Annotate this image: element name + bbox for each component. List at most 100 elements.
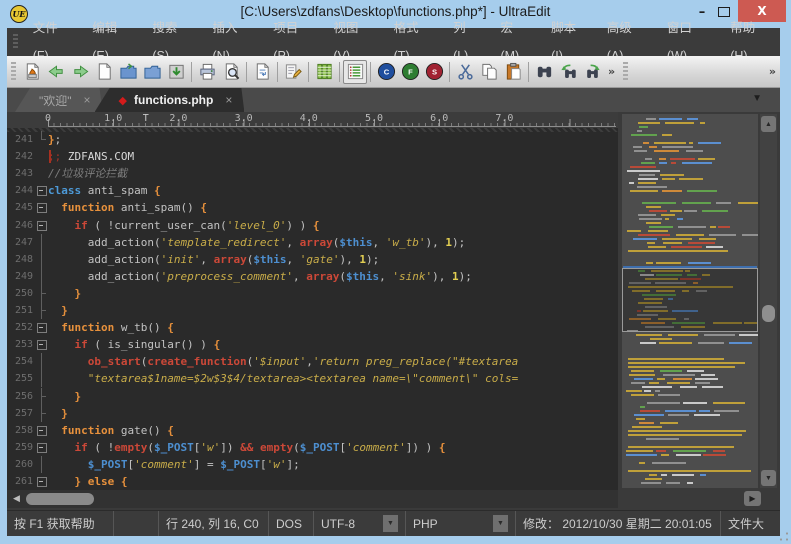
tab-list-dropdown-icon[interactable]: ▼ <box>752 93 762 104</box>
minimap-line <box>626 242 756 244</box>
minimap-line <box>626 202 758 204</box>
ruler-mark: 4.0 <box>299 113 318 124</box>
uc-badge-icon[interactable]: C <box>374 60 398 84</box>
tab-close-icon[interactable]: × <box>225 93 232 107</box>
fold-toggle-icon[interactable] <box>36 319 47 336</box>
find-next-icon[interactable] <box>556 60 580 84</box>
toolbar-overflow-icon[interactable]: » <box>604 65 619 78</box>
minimap-line <box>626 378 756 380</box>
status-text: 行 240, 列 16, C0 <box>166 517 259 531</box>
toolbar-separator <box>277 61 278 82</box>
minimap-line <box>626 362 756 364</box>
fold-toggle-icon[interactable] <box>36 422 47 439</box>
fold-toggle-icon[interactable] <box>36 439 47 456</box>
save-file-icon[interactable] <box>164 60 188 84</box>
code-line: 259 if ( !empty($_POST['w']) && empty($_P… <box>7 439 618 456</box>
minimap-line <box>626 230 756 232</box>
ruler-mark: 1.0 <box>104 113 123 124</box>
menubar-grip[interactable] <box>13 34 18 50</box>
print-preview-icon[interactable] <box>219 60 243 84</box>
tab-functions-php[interactable]: ◆ functions.php × <box>95 88 245 112</box>
copy-icon[interactable] <box>477 60 501 84</box>
line-number: 242 <box>14 151 33 163</box>
print-icon[interactable] <box>195 60 219 84</box>
fold-guide <box>36 387 47 405</box>
tab-welcome[interactable]: "欢迎" × <box>15 88 103 112</box>
find-icon[interactable] <box>532 60 556 84</box>
code-text: add_action('preprocess_comment', array($… <box>87 269 472 283</box>
minimap-line <box>626 386 756 388</box>
minimap-line <box>626 166 756 168</box>
minimap-line <box>626 234 758 236</box>
resize-grip[interactable] <box>779 532 788 541</box>
minimap-scrollbar[interactable]: ▲ ▼ <box>760 114 777 488</box>
paste-icon[interactable] <box>501 60 525 84</box>
horizontal-scrollbar[interactable]: ◀ <box>7 490 618 508</box>
close-file-icon[interactable] <box>140 60 164 84</box>
tab-close-icon[interactable]: × <box>84 93 91 107</box>
toolbar-grip[interactable] <box>11 61 16 82</box>
line-number: 254 <box>14 356 33 368</box>
minimap-line <box>626 190 756 192</box>
fold-guide <box>36 370 47 388</box>
cut-icon[interactable] <box>453 60 477 84</box>
code-line: 248 add_action('init', array($this, 'gate… <box>7 250 618 268</box>
code-area[interactable]: 241}; 242 ;; ZDFANS.COM 243 //垃圾评论拦截 244 class… <box>7 128 618 490</box>
fold-toggle-icon[interactable] <box>36 336 47 353</box>
back-icon[interactable] <box>44 60 68 84</box>
word-wrap-icon[interactable] <box>250 60 274 84</box>
toolbar-overflow-icon[interactable]: » <box>765 65 780 78</box>
menubar: 文件(F)编辑(E)搜索(S)插入(N)项目(P)视图(V)格式(T)列(L)宏… <box>7 21 780 63</box>
fold-toggle-icon[interactable] <box>36 473 47 490</box>
column-mode-icon[interactable] <box>312 60 336 84</box>
new-file-icon[interactable] <box>92 60 116 84</box>
minimap-line <box>626 246 756 248</box>
status-text: 按 F1 获取帮助 <box>14 517 95 531</box>
minimap-line <box>626 126 756 128</box>
function-list-icon[interactable] <box>343 59 367 84</box>
scroll-right-icon[interactable]: ▶ <box>744 491 761 506</box>
code-text: } <box>61 406 68 420</box>
minimap-line <box>626 238 756 240</box>
code-line: 249 add_action('preprocess_comment', arra… <box>7 267 618 285</box>
minimap-line <box>626 210 756 212</box>
fold-guide <box>36 404 47 422</box>
fold-guide <box>36 353 47 371</box>
hex-edit-icon[interactable] <box>281 60 305 84</box>
status-dropdown-icon[interactable]: ▼ <box>493 515 508 532</box>
fold-toggle-icon[interactable] <box>36 217 47 234</box>
minimap-line <box>626 134 756 136</box>
status-dropdown-icon[interactable]: ▼ <box>383 515 398 532</box>
line-number: 249 <box>14 270 33 282</box>
find-prev-icon[interactable] <box>580 60 604 84</box>
minimap-line <box>626 450 756 452</box>
tab-label: "欢迎" <box>39 93 72 108</box>
minimap-line <box>626 410 756 412</box>
minimap-line <box>626 250 756 252</box>
minimap-viewport[interactable] <box>622 266 758 332</box>
minimap-line <box>626 430 756 432</box>
open-file-icon[interactable] <box>116 60 140 84</box>
minimap-line <box>626 422 756 424</box>
scrollbar-thumb[interactable] <box>762 305 775 322</box>
hscrollbar-thumb[interactable] <box>26 493 94 505</box>
us-badge-icon[interactable]: S <box>422 60 446 84</box>
toolbar-separator <box>308 61 309 82</box>
scroll-down-icon[interactable]: ▼ <box>761 470 776 486</box>
scroll-up-icon[interactable]: ▲ <box>761 116 776 132</box>
fold-toggle-icon[interactable] <box>36 199 47 216</box>
toolbar-grip[interactable] <box>623 61 629 82</box>
minimap-line <box>626 338 756 340</box>
status-segment: 行 240, 列 16, C0 <box>159 511 269 536</box>
minimap-line <box>626 262 756 264</box>
forward-icon[interactable] <box>68 60 92 84</box>
uf-badge-icon[interactable]: F <box>398 60 422 84</box>
ftp-open-icon[interactable] <box>20 60 44 84</box>
minimap-line <box>626 414 756 416</box>
minimap-line <box>626 418 756 420</box>
fold-toggle-icon[interactable] <box>36 182 47 199</box>
minimap[interactable] <box>622 114 758 488</box>
scroll-left-icon[interactable]: ◀ <box>13 493 20 504</box>
minimap-line <box>626 434 756 436</box>
code-text: ob_start(create_function('$input','retur… <box>87 355 519 369</box>
